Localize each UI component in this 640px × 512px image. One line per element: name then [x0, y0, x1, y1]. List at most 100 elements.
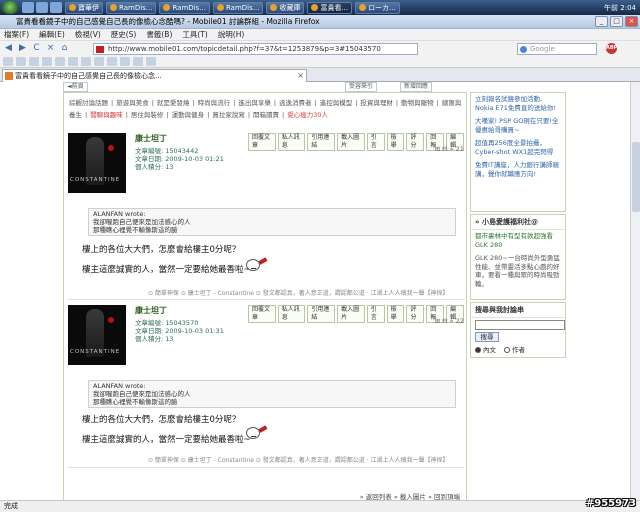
url-bar[interactable]: http://www.mobile01.com/topicdetail.php?… — [93, 42, 418, 55]
vertical-scrollbar[interactable] — [630, 82, 640, 500]
category-link[interactable]: 逃逸消費者 — [279, 99, 312, 107]
post-author[interactable]: 康士坦丁 — [135, 305, 167, 316]
app-icon — [69, 4, 76, 11]
taskbar-task[interactable]: 寶華伊 — [65, 1, 103, 14]
category-link[interactable]: 時尚與流行 — [198, 99, 231, 107]
post-body-line: 樓上的各位大大們，怎麼會給樓主0分呢？ — [82, 415, 241, 425]
bookmark-icon[interactable] — [3, 57, 13, 66]
category-link[interactable]: 買拉家說寫 — [212, 111, 245, 119]
reload-button[interactable]: C — [31, 43, 42, 54]
category-link[interactable]: 開箱讀賣 — [253, 111, 279, 119]
category-link[interactable]: 愛心瘋力30人 — [287, 111, 328, 119]
category-link[interactable]: 動物與寵物 — [401, 99, 434, 107]
new-reply-button[interactable]: 新增回應 — [400, 82, 433, 92]
link-button[interactable]: 引用連結 — [307, 305, 336, 323]
bookmark-icon[interactable] — [81, 57, 91, 66]
load-images-button[interactable]: 載入圖片 — [337, 305, 365, 323]
stop-button[interactable]: × — [45, 43, 56, 54]
bookmark-icon[interactable] — [68, 57, 78, 66]
ad-link[interactable]: 超值再256度全景拍攝，Cyber-shot WX1超完閃得 — [471, 137, 565, 159]
quote-author: ALANFAN wrote: — [93, 210, 146, 218]
bookmark-icon[interactable] — [42, 57, 52, 66]
home-button[interactable]: ⌂ — [59, 43, 70, 54]
bottom-nav[interactable]: » 返回列表 » 載入圖片 » 回到頂端 — [360, 491, 460, 500]
report-button[interactable]: 檢舉 — [386, 305, 405, 323]
menu-history[interactable]: 歷史(S) — [111, 29, 137, 40]
quote-button[interactable]: 受容來引 — [345, 82, 378, 92]
radio-author[interactable]: 作者 — [504, 344, 525, 354]
reply-button[interactable]: 回覆文章 — [248, 305, 276, 323]
quicklaunch-icon[interactable] — [22, 2, 34, 13]
link-button[interactable]: 引用連結 — [307, 133, 336, 151]
bookmark-icon[interactable] — [16, 57, 26, 66]
category-link[interactable]: 遙控與模型 — [320, 99, 353, 107]
load-images-button[interactable]: 載入圖片 — [337, 133, 365, 151]
radio-content[interactable]: 內文 — [475, 344, 496, 354]
quote-button[interactable]: 引言 — [366, 133, 385, 151]
bookmark-icon[interactable] — [55, 57, 65, 66]
category-link[interactable]: 就是愛發燒 — [157, 99, 190, 107]
reply-button[interactable]: 回覆文章 — [248, 133, 276, 151]
status-bar: 完成 — [0, 500, 640, 512]
thread-search-button[interactable]: 搜尋 — [475, 332, 499, 342]
search-input[interactable]: Google — [517, 42, 597, 55]
menu-edit[interactable]: 編輯(E) — [39, 29, 65, 40]
browser-tab[interactable]: 富貴看看鏡子中的自己感覺自己長的像檢心念... × — [2, 69, 307, 82]
back-button[interactable]: ◀ — [3, 43, 14, 54]
quicklaunch-icon[interactable] — [50, 2, 62, 13]
taskbar-task[interactable]: RamDis... — [106, 1, 157, 14]
scrollbar-thumb[interactable] — [632, 142, 640, 212]
post-author[interactable]: 康士坦丁 — [135, 133, 167, 144]
category-link[interactable]: 綜觀討論話題 — [69, 99, 108, 107]
bookmark-icon[interactable] — [107, 57, 117, 66]
menu-tools[interactable]: 工具(T) — [182, 29, 207, 40]
tab-bar: 富貴看看鏡子中的自己感覺自己長的像檢心念... × — [0, 68, 640, 82]
taskbar-task[interactable]: 收藏庫 — [266, 1, 305, 14]
quote-line: 那種瞧心裡覺不輸像斯這的臉 — [93, 226, 178, 234]
bookmark-icon[interactable] — [120, 57, 130, 66]
taskbar-task[interactable]: ローカ... — [355, 1, 400, 14]
promo-link[interactable]: 都市裏林中有型有款超強看GLK 280 — [471, 230, 565, 252]
category-link[interactable]: 運動與健身 — [172, 111, 205, 119]
bookmark-icon[interactable] — [133, 57, 143, 66]
pm-button[interactable]: 私人訊息 — [277, 305, 306, 323]
taskbar-task[interactable]: RamDis... — [212, 1, 264, 14]
category-link[interactable]: 居住與裝修 — [131, 111, 164, 119]
avatar[interactable]: CONSTANTINE — [68, 305, 126, 365]
adblock-icon[interactable]: ABP — [606, 43, 617, 54]
maximize-button[interactable]: □ — [610, 16, 623, 27]
bookmark-icon[interactable] — [146, 57, 156, 66]
pm-button[interactable]: 私人訊息 — [277, 133, 306, 151]
menu-file[interactable]: 檔案(F) — [4, 29, 29, 40]
taskbar-task[interactable]: RamDis... — [159, 1, 210, 14]
post-number[interactable]: ⊞ ⊟ » 21 — [435, 145, 464, 153]
menu-view[interactable]: 檢視(V) — [75, 29, 101, 40]
report-button[interactable]: 檢舉 — [386, 133, 405, 151]
minimize-button[interactable]: _ — [595, 16, 608, 27]
quick-launch — [22, 2, 62, 13]
start-button[interactable] — [2, 1, 18, 14]
ad-link[interactable]: 大嘆家! PSP GO現在只要!全優惠給哥購買~ — [471, 115, 565, 137]
taskbar-task-active[interactable]: 富貴看... — [307, 1, 353, 14]
ad-link[interactable]: 免費IT講座，人力銀行講師親講，聲你就職應方向! — [471, 159, 565, 181]
post-number[interactable]: ⊞ ⊟ » 22 — [435, 317, 464, 325]
thread-search-input[interactable] — [475, 320, 565, 330]
menu-bookmarks[interactable]: 書籤(B) — [146, 29, 172, 40]
tab-close-icon[interactable]: × — [297, 70, 304, 82]
category-link[interactable]: 投資與理財 — [360, 99, 393, 107]
avatar[interactable]: CONSTANTINE — [68, 133, 126, 193]
menu-help[interactable]: 說明(H) — [218, 29, 245, 40]
bookmark-icon[interactable] — [94, 57, 104, 66]
ad-link[interactable]: 立刻報名試鏡參加活動, Nokia E71免費直的送給你! — [471, 93, 565, 115]
close-button[interactable]: × — [625, 16, 638, 27]
quicklaunch-icon[interactable] — [36, 2, 48, 13]
category-link[interactable]: 閒聊與趣味 — [90, 111, 123, 119]
category-link[interactable]: 進出與享樂 — [238, 99, 271, 107]
prev-page-button[interactable]: ◄前頁 — [63, 82, 88, 92]
bookmark-icon[interactable] — [29, 57, 39, 66]
rate-button[interactable]: 評分 — [406, 305, 425, 323]
rate-button[interactable]: 評分 — [406, 133, 425, 151]
quote-button[interactable]: 引言 — [366, 305, 385, 323]
forward-button[interactable]: ▶ — [17, 43, 28, 54]
category-link[interactable]: 旅遊與美食 — [116, 99, 149, 107]
